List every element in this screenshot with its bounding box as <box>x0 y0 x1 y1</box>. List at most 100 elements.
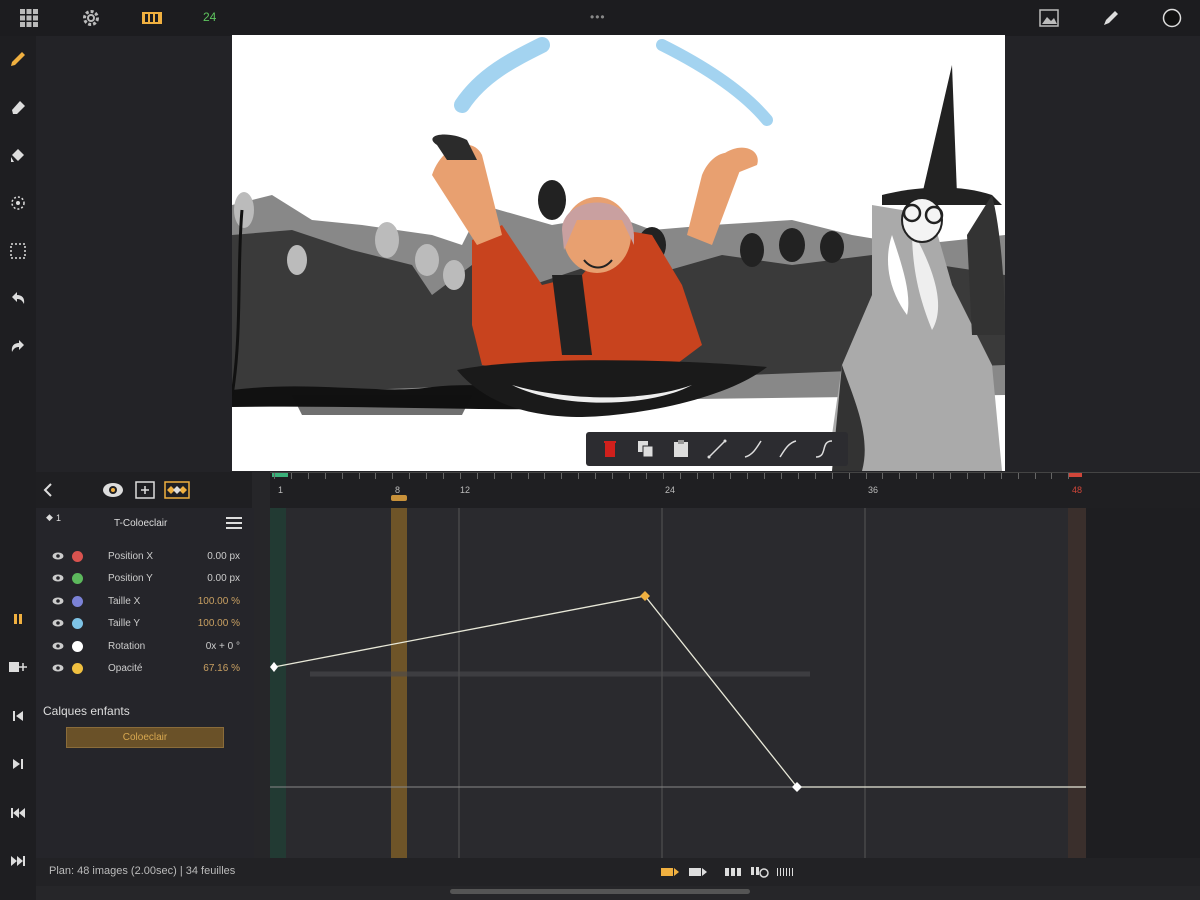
eye-icon[interactable] <box>52 663 64 673</box>
ruler-tick <box>443 473 444 479</box>
brush-settings-icon[interactable] <box>5 190 31 216</box>
ruler-tick <box>882 473 884 479</box>
eraser-icon[interactable] <box>5 94 31 120</box>
ruler-tick <box>1000 473 1002 479</box>
grid-icon[interactable] <box>16 6 42 30</box>
redo-icon[interactable] <box>5 334 31 360</box>
property-color-dot <box>72 551 83 562</box>
property-value[interactable]: 100.00 % <box>198 618 240 629</box>
ruler-tick <box>983 473 985 479</box>
ruler-tick <box>899 473 901 479</box>
onion-skin-icon[interactable] <box>102 481 124 504</box>
strip-view-icon[interactable] <box>724 865 744 883</box>
menu-icon[interactable] <box>226 516 242 535</box>
rewind-icon[interactable] <box>5 800 31 826</box>
child-layer-button[interactable]: Coloeclair <box>66 727 224 748</box>
eye-icon[interactable] <box>52 596 64 606</box>
ruler-tick <box>324 473 326 479</box>
film-strip-icon[interactable] <box>139 6 165 30</box>
ruler-tick <box>730 473 732 479</box>
drawing-canvas[interactable] <box>232 35 1005 471</box>
ruler-tick <box>1051 473 1053 479</box>
range-mode-icon[interactable] <box>688 865 708 883</box>
property-row[interactable]: Rotation 0x + 0 ° <box>50 638 250 656</box>
ruler-tick <box>341 473 343 479</box>
ruler-tick <box>628 473 630 479</box>
fps-label[interactable]: 24 <box>203 10 216 24</box>
property-row[interactable]: Opacité 67.16 % <box>50 660 250 678</box>
property-color-dot <box>72 573 83 584</box>
ruler-tick <box>612 473 613 479</box>
drag-handle[interactable]: ••• <box>590 10 606 24</box>
add-frame-icon[interactable] <box>135 481 155 504</box>
image-icon[interactable] <box>1036 6 1062 30</box>
curve-edit-toolbar <box>586 432 848 466</box>
copy-icon[interactable] <box>633 436 659 462</box>
first-frame-icon[interactable] <box>5 703 31 729</box>
property-color-dot <box>72 618 83 629</box>
ruler-tick <box>476 473 478 479</box>
selection-icon[interactable] <box>5 238 31 264</box>
property-value[interactable]: 0.00 px <box>207 551 240 562</box>
ruler-tick <box>1068 473 1070 479</box>
last-frame-icon[interactable] <box>5 751 31 777</box>
eye-icon[interactable] <box>52 641 64 651</box>
back-icon[interactable] <box>42 482 54 503</box>
ruler-tick <box>950 473 951 479</box>
ease-out-icon[interactable] <box>775 436 801 462</box>
fill-icon[interactable] <box>5 142 31 168</box>
property-color-dot <box>72 641 83 652</box>
playhead-handle[interactable] <box>391 495 407 501</box>
ruler-tick <box>544 473 546 479</box>
ruler-tick <box>916 473 918 479</box>
property-name: Opacité <box>108 663 143 674</box>
ruler-label-8: 8 <box>395 485 401 495</box>
property-value[interactable]: 0.00 px <box>207 573 240 584</box>
ruler-tick <box>764 473 766 479</box>
layer-index: 1 <box>56 513 62 523</box>
ease-in-icon[interactable] <box>740 436 766 462</box>
ruler-tick <box>713 473 715 479</box>
pencil-icon[interactable] <box>5 46 31 72</box>
eye-icon[interactable] <box>52 551 64 561</box>
ruler-label-36: 36 <box>868 485 879 495</box>
pause-icon[interactable] <box>5 606 31 632</box>
property-row[interactable]: Position X 0.00 px <box>50 548 250 566</box>
eye-icon[interactable] <box>52 573 64 583</box>
ease-linear-icon[interactable] <box>704 436 730 462</box>
frame-mode-icon[interactable] <box>660 865 680 883</box>
zoom-timeline-icon[interactable] <box>750 865 770 884</box>
ruler-tick <box>865 473 867 479</box>
pen-icon[interactable] <box>1098 6 1124 30</box>
paste-icon[interactable] <box>668 436 694 462</box>
ruler-tick <box>966 473 968 479</box>
left-toolbar <box>0 36 36 900</box>
ruler-view-icon[interactable] <box>776 865 796 883</box>
property-row[interactable]: Taille X 100.00 % <box>50 593 250 611</box>
property-value[interactable]: 100.00 % <box>198 596 240 607</box>
color-circle-icon[interactable] <box>1159 6 1185 30</box>
property-value[interactable]: 0x + 0 ° <box>206 641 240 652</box>
keyframe-strip-icon[interactable] <box>164 481 190 504</box>
gear-icon[interactable] <box>78 6 104 30</box>
property-value[interactable]: 67.16 % <box>203 663 240 674</box>
property-name: Taille Y <box>108 618 141 629</box>
fast-forward-icon[interactable] <box>5 848 31 874</box>
timeline-ruler[interactable]: 1 8 12 24 36 48 <box>270 472 1200 508</box>
ruler-tick <box>814 473 816 479</box>
add-keyframe-icon[interactable] <box>5 654 31 680</box>
layer-name[interactable]: T-Coloeclair <box>114 518 167 529</box>
eye-icon[interactable] <box>52 618 64 628</box>
ruler-tick <box>595 473 597 479</box>
property-row[interactable]: Position Y 0.00 px <box>50 570 250 588</box>
ruler-tick <box>392 473 394 479</box>
undo-icon[interactable] <box>5 286 31 312</box>
animation-curve-graph[interactable] <box>270 508 1200 858</box>
children-title: Calques enfants <box>43 704 130 718</box>
property-name: Position Y <box>108 573 153 584</box>
ruler-tick <box>747 473 749 479</box>
ease-in-out-icon[interactable] <box>811 436 837 462</box>
delete-icon[interactable] <box>597 436 623 462</box>
property-row[interactable]: Taille Y 100.00 % <box>50 615 250 633</box>
home-indicator[interactable] <box>450 889 750 894</box>
